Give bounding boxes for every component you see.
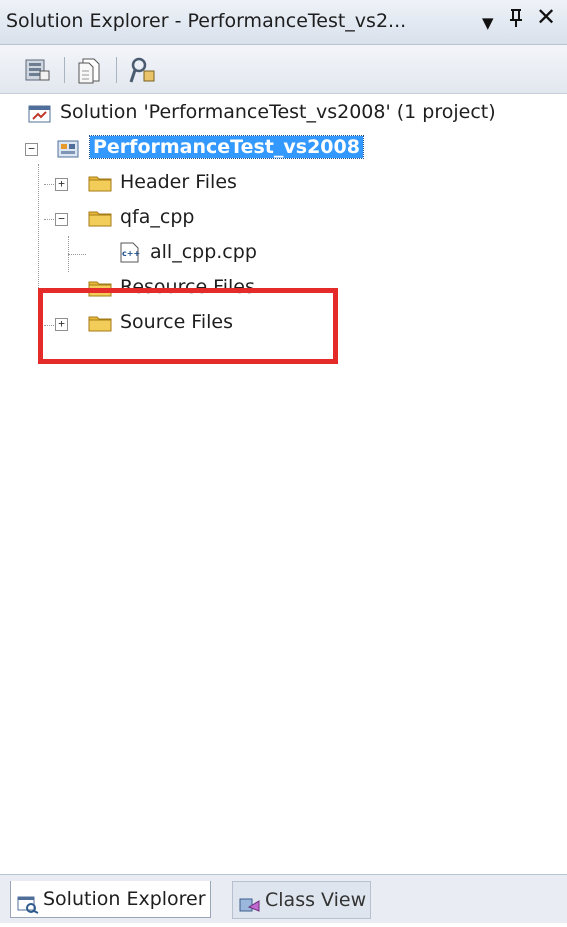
highlight-annotation-box [38,288,338,364]
solution-label: Solution 'PerformanceTest_vs2008' (1 pro… [60,101,496,123]
project-label: PerformanceTest_vs2008 [89,135,364,159]
folder-icon [88,174,112,192]
folder-icon [88,209,112,227]
tree-item-label: Header Files [120,171,237,193]
cpp-file-icon: c++ [118,242,142,268]
solution-explorer-icon [17,890,39,914]
properties-icon[interactable] [22,55,52,85]
solution-tree[interactable]: Solution 'PerformanceTest_vs2008' (1 pro… [0,94,567,874]
auto-hide-pin-icon[interactable] [508,8,524,35]
class-view-icon [239,891,260,912]
window-title: Solution Explorer - PerformanceTest_vs2.… [6,10,407,32]
close-icon[interactable]: ✕ [536,4,556,30]
cpp-project-icon [56,138,82,164]
tab-label: Class View [265,889,367,911]
tab-solution-explorer[interactable]: Solution Explorer [10,881,211,918]
tab-strip: Solution Explorer Class View [0,874,567,923]
tree-item-label: qfa_cpp [120,206,195,228]
tree-item-project[interactable]: − PerformanceTest_vs2008 [0,131,560,165]
show-all-files-icon[interactable] [74,55,104,85]
tree-item-solution[interactable]: Solution 'PerformanceTest_vs2008' (1 pro… [0,96,560,130]
toolbar-separator [64,57,65,83]
toolbar [0,45,567,94]
solution-icon [28,104,52,128]
collapse-icon[interactable]: − [55,213,68,226]
tree-item-header-files[interactable]: + Header Files [0,166,560,200]
svg-text:c++: c++ [122,249,140,258]
title-bar: Solution Explorer - PerformanceTest_vs2.… [0,0,567,45]
window-position-dropdown-icon[interactable]: ▼ [482,10,494,36]
tree-item-all-cpp[interactable]: c++ all_cpp.cpp [0,236,560,270]
tree-item-qfa-cpp[interactable]: − qfa_cpp [0,201,560,235]
collapse-icon[interactable]: − [25,143,38,156]
expand-icon[interactable]: + [55,178,68,191]
tab-class-view[interactable]: Class View [232,881,372,919]
tab-label: Solution Explorer [43,888,206,910]
toolbar-separator [116,57,117,83]
tree-item-label: all_cpp.cpp [150,241,257,263]
view-class-diagram-icon[interactable] [128,55,158,85]
